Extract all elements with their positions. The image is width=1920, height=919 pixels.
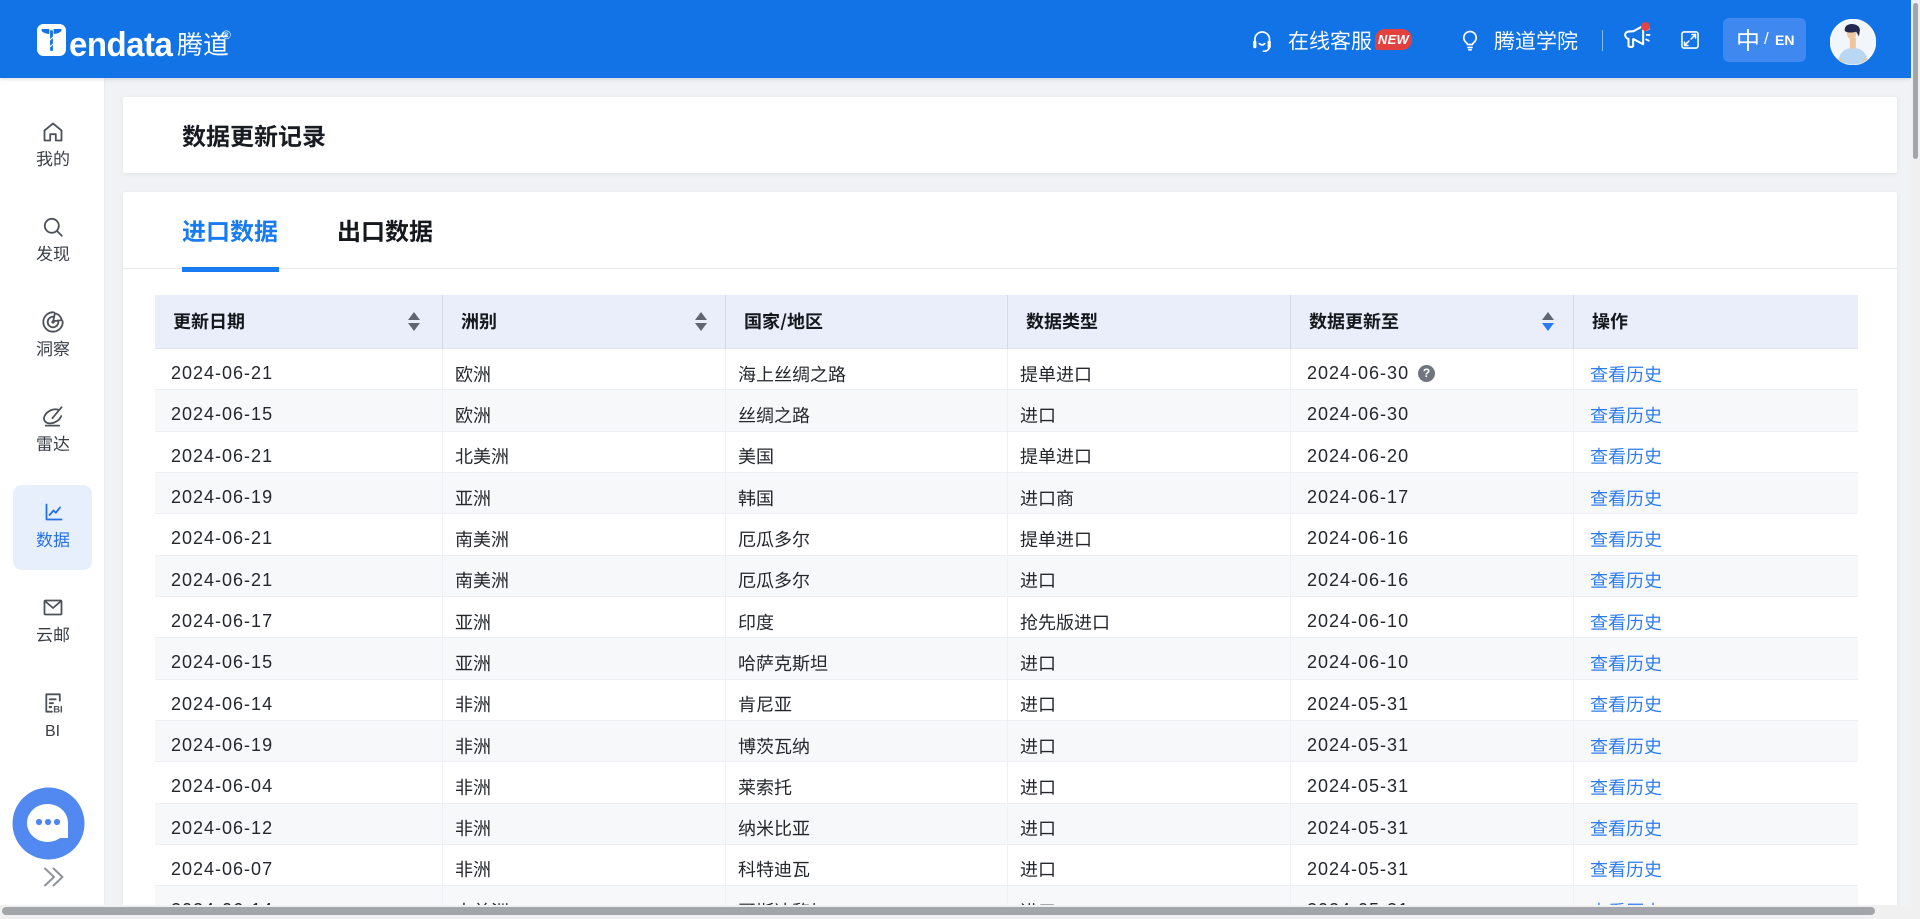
svg-text:BI: BI <box>53 705 63 716</box>
